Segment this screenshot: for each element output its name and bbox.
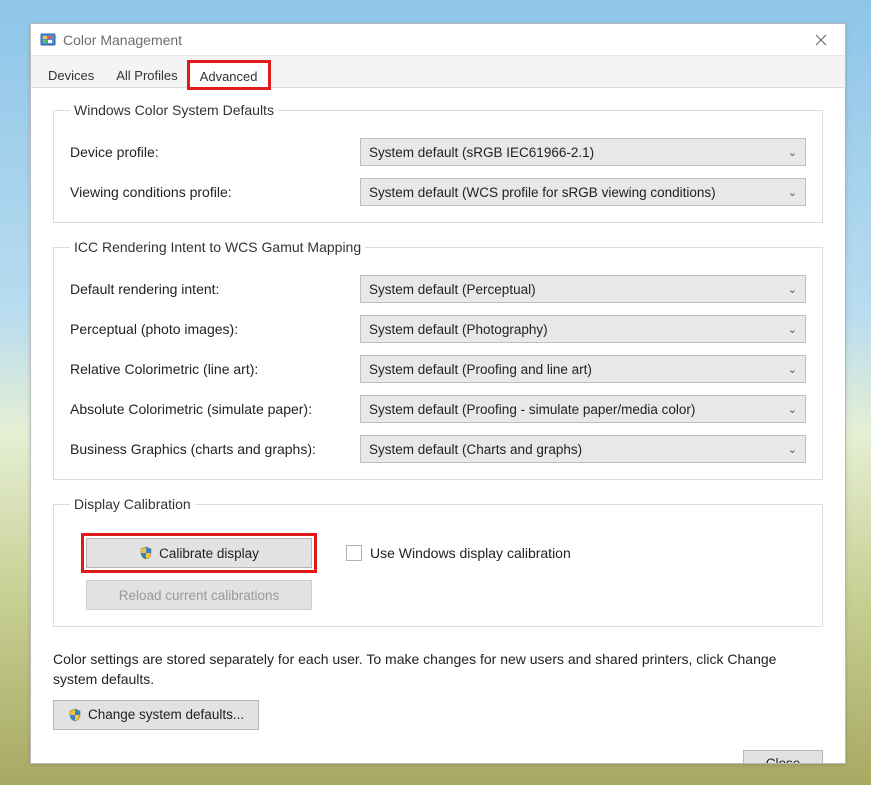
- default-rendering-intent-label: Default rendering intent:: [70, 281, 360, 297]
- perceptual-label: Perceptual (photo images):: [70, 321, 360, 337]
- reload-calibrations-button: Reload current calibrations: [86, 580, 312, 610]
- business-graphics-label: Business Graphics (charts and graphs):: [70, 441, 360, 457]
- combo-value: System default (Proofing - simulate pape…: [369, 402, 695, 417]
- business-graphics-combo[interactable]: System default (Charts and graphs) ⌄: [360, 435, 806, 463]
- calibrate-display-button[interactable]: Calibrate display: [86, 538, 312, 568]
- relative-colorimetric-combo[interactable]: System default (Proofing and line art) ⌄: [360, 355, 806, 383]
- app-icon: [39, 31, 57, 49]
- tab-all-profiles[interactable]: All Profiles: [105, 61, 188, 87]
- chevron-down-icon: ⌄: [788, 283, 797, 296]
- chevron-down-icon: ⌄: [788, 403, 797, 416]
- device-profile-combo[interactable]: System default (sRGB IEC61966-2.1) ⌄: [360, 138, 806, 166]
- checkbox-box: [346, 545, 362, 561]
- window-title: Color Management: [63, 32, 805, 48]
- group-icc-rendering-intent: ICC Rendering Intent to WCS Gamut Mappin…: [53, 239, 823, 480]
- chevron-down-icon: ⌄: [788, 363, 797, 376]
- use-windows-calibration-checkbox[interactable]: Use Windows display calibration: [346, 545, 571, 561]
- tabstrip: Devices All Profiles Advanced: [31, 56, 845, 88]
- button-label: Reload current calibrations: [119, 588, 280, 603]
- group-legend: ICC Rendering Intent to WCS Gamut Mappin…: [70, 239, 365, 255]
- close-button[interactable]: Close: [743, 750, 823, 763]
- group-legend: Windows Color System Defaults: [70, 102, 278, 118]
- combo-value: System default (Perceptual): [369, 282, 536, 297]
- button-label: Close: [766, 756, 801, 763]
- tab-pane-advanced: Windows Color System Defaults Device pro…: [31, 88, 845, 763]
- combo-value: System default (Charts and graphs): [369, 442, 582, 457]
- stored-separately-note: Color settings are stored separately for…: [53, 649, 823, 690]
- chevron-down-icon: ⌄: [788, 443, 797, 456]
- absolute-colorimetric-label: Absolute Colorimetric (simulate paper):: [70, 401, 360, 417]
- dialog-footer: Close: [53, 730, 823, 763]
- group-windows-color-system-defaults: Windows Color System Defaults Device pro…: [53, 102, 823, 223]
- button-label: Change system defaults...: [88, 707, 244, 722]
- shield-icon: [68, 708, 82, 722]
- chevron-down-icon: ⌄: [788, 323, 797, 336]
- group-display-calibration: Display Calibration Calibrate display Us…: [53, 496, 823, 627]
- combo-value: System default (Photography): [369, 322, 548, 337]
- color-management-window: Color Management Devices All Profiles Ad…: [30, 23, 846, 764]
- viewing-conditions-combo[interactable]: System default (WCS profile for sRGB vie…: [360, 178, 806, 206]
- checkbox-label: Use Windows display calibration: [370, 545, 571, 561]
- device-profile-label: Device profile:: [70, 144, 360, 160]
- shield-icon: [139, 546, 153, 560]
- combo-value: System default (WCS profile for sRGB vie…: [369, 185, 716, 200]
- absolute-colorimetric-combo[interactable]: System default (Proofing - simulate pape…: [360, 395, 806, 423]
- button-label: Calibrate display: [159, 546, 259, 561]
- titlebar: Color Management: [31, 24, 845, 56]
- default-rendering-intent-combo[interactable]: System default (Perceptual) ⌄: [360, 275, 806, 303]
- tab-advanced[interactable]: Advanced: [189, 62, 269, 88]
- perceptual-combo[interactable]: System default (Photography) ⌄: [360, 315, 806, 343]
- chevron-down-icon: ⌄: [788, 186, 797, 199]
- viewing-conditions-label: Viewing conditions profile:: [70, 184, 360, 200]
- tab-devices[interactable]: Devices: [37, 61, 105, 87]
- relative-colorimetric-label: Relative Colorimetric (line art):: [70, 361, 360, 377]
- change-system-defaults-button[interactable]: Change system defaults...: [53, 700, 259, 730]
- combo-value: System default (sRGB IEC61966-2.1): [369, 145, 594, 160]
- chevron-down-icon: ⌄: [788, 146, 797, 159]
- combo-value: System default (Proofing and line art): [369, 362, 592, 377]
- close-icon[interactable]: [805, 26, 837, 54]
- group-legend: Display Calibration: [70, 496, 195, 512]
